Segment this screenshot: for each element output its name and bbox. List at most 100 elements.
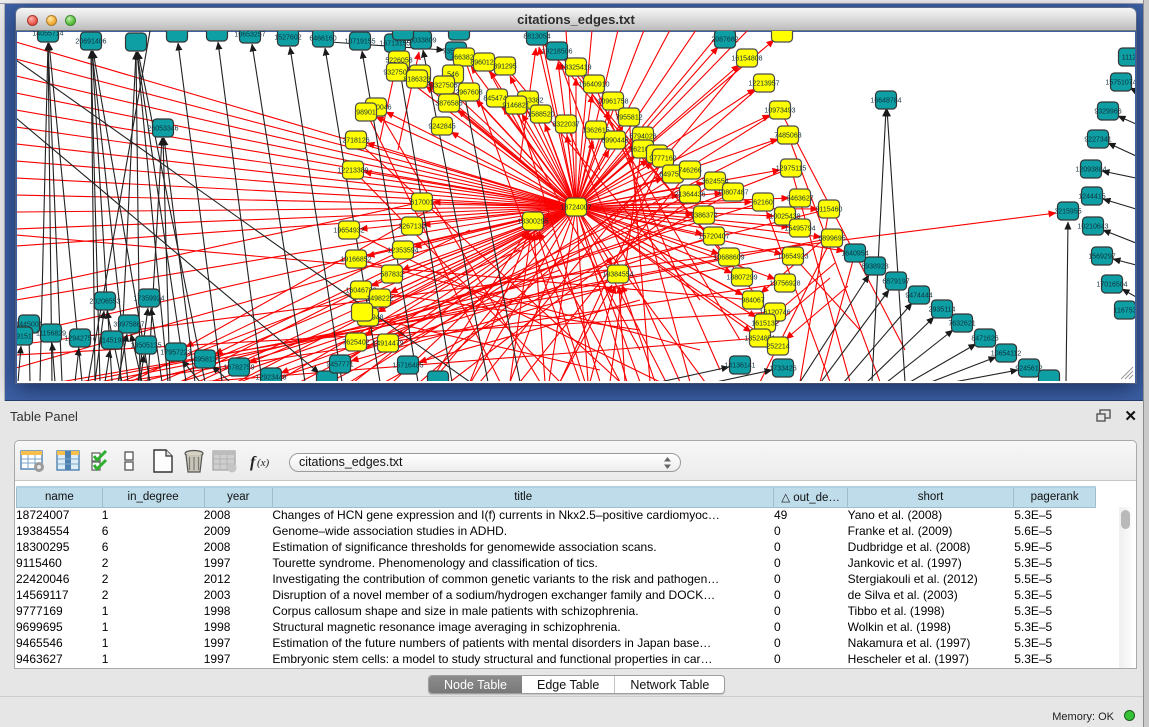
svg-text:6466160: 6466160: [309, 36, 336, 43]
svg-text:17016504: 17016504: [1096, 282, 1127, 289]
svg-text:15495794: 15495794: [784, 226, 815, 233]
svg-text:9457771: 9457771: [326, 362, 353, 369]
svg-text:21364436: 21364436: [674, 192, 705, 199]
svg-text:8186323: 8186323: [403, 77, 430, 84]
svg-text:10807487: 10807487: [717, 190, 748, 197]
svg-text:8471626: 8471626: [971, 336, 998, 343]
svg-text:1615132: 1615132: [751, 321, 778, 328]
svg-text:11156829: 11156829: [36, 331, 66, 338]
svg-text:3215955: 3215955: [1054, 209, 1081, 216]
svg-text:10719155: 10719155: [344, 39, 375, 46]
svg-text:8813054: 8813054: [523, 34, 550, 41]
svg-text:19654932: 19654932: [333, 228, 364, 235]
svg-text:9227341: 9227341: [1084, 137, 1111, 144]
svg-text:10654112: 10654112: [991, 351, 1022, 358]
svg-text:9115460: 9115460: [816, 207, 843, 214]
svg-text:8938923: 8938923: [861, 264, 888, 271]
svg-text:12093884: 12093884: [1075, 167, 1106, 174]
svg-text:14136141: 14136141: [724, 363, 755, 370]
svg-text:10653257: 10653257: [234, 32, 265, 39]
svg-text:10973493: 10973493: [764, 108, 795, 115]
svg-text:1244415: 1244415: [1078, 194, 1105, 201]
svg-text:17359924: 17359924: [133, 296, 164, 303]
svg-text:8990448: 8990448: [601, 138, 628, 145]
svg-text:19218506: 19218506: [541, 49, 572, 56]
svg-text:26053346: 26053346: [147, 126, 178, 133]
svg-text:9474444: 9474444: [905, 293, 932, 300]
svg-text:39975867: 39975867: [113, 322, 144, 329]
svg-text:13505135: 13505135: [130, 343, 161, 350]
svg-text:16782759: 16782759: [223, 365, 254, 372]
svg-text:f: f: [250, 454, 257, 471]
svg-text:62160: 62160: [753, 200, 773, 207]
svg-text:2087682: 2087682: [711, 37, 738, 44]
svg-text:1498222: 1498222: [366, 296, 393, 303]
svg-text:10210643: 10210643: [1077, 224, 1108, 231]
svg-text:16640910: 16640910: [578, 82, 609, 89]
svg-text:14958137: 14958137: [189, 357, 220, 364]
svg-text:16648784: 16648784: [870, 98, 901, 105]
svg-text:19166852: 19166852: [340, 257, 371, 264]
svg-text:3267130: 3267130: [398, 224, 425, 231]
svg-text:9327505: 9327505: [430, 83, 457, 90]
svg-text:12975115: 12975115: [776, 166, 807, 173]
svg-text:2967608: 2967608: [455, 90, 482, 97]
svg-text:1588520: 1588520: [527, 112, 554, 119]
svg-text:7386372: 7386372: [690, 213, 717, 220]
svg-text:9242845: 9242845: [428, 124, 455, 131]
svg-text:19756928: 19756928: [769, 281, 800, 288]
svg-text:20206553: 20206553: [89, 299, 120, 306]
svg-text:12942757: 12942757: [64, 336, 95, 343]
svg-text:14914479: 14914479: [372, 341, 403, 348]
svg-text:1145194: 1145194: [99, 338, 126, 345]
svg-text:984067: 984067: [741, 298, 764, 305]
svg-text:891295: 891295: [493, 64, 516, 71]
svg-text:9146821: 9146821: [502, 103, 529, 110]
svg-text:13325419: 13325419: [560, 65, 591, 72]
svg-text:18300295: 18300295: [517, 219, 548, 226]
svg-text:12353594: 12353594: [387, 248, 418, 255]
svg-text:15720407: 15720407: [698, 234, 729, 241]
svg-text:1733426: 1733426: [769, 366, 796, 373]
svg-text:18807299: 18807299: [726, 275, 757, 282]
svg-text:10654923: 10654923: [777, 254, 808, 261]
svg-text:10961758: 10961758: [597, 99, 628, 106]
svg-text:10688609: 10688609: [713, 255, 744, 262]
svg-text:7632621: 7632621: [948, 321, 975, 328]
svg-text:2718126: 2718126: [342, 138, 369, 145]
svg-text:3876585: 3876585: [435, 101, 462, 108]
svg-text:1640954: 1640954: [841, 251, 868, 258]
svg-text:2935114: 2935114: [929, 307, 956, 314]
svg-text:12213957: 12213957: [748, 81, 779, 88]
svg-text:15716485: 15716485: [392, 363, 423, 370]
svg-text:12213389: 12213389: [337, 168, 368, 175]
svg-text:6899695: 6899695: [818, 236, 845, 243]
svg-text:587832: 587832: [380, 272, 403, 279]
svg-text:9463627: 9463627: [786, 196, 813, 203]
svg-text:746266: 746266: [678, 168, 701, 175]
svg-text:1569297: 1569297: [1088, 254, 1115, 261]
svg-text:6879197: 6879197: [882, 279, 909, 286]
svg-text:7485063: 7485063: [774, 133, 801, 140]
svg-text:20691406: 20691406: [75, 39, 106, 46]
svg-text:7955812: 7955812: [615, 115, 642, 122]
svg-text:12923448: 12923448: [255, 375, 286, 382]
svg-text:617001: 617001: [410, 200, 433, 207]
svg-text:9329966: 9329966: [1094, 109, 1121, 116]
svg-text:(x): (x): [257, 457, 270, 469]
svg-text:252214: 252214: [766, 344, 789, 351]
svg-text:9777169: 9777169: [649, 156, 676, 163]
svg-text:18724007: 18724007: [560, 205, 591, 212]
svg-text:39151: 39151: [17, 334, 32, 341]
svg-text:15751074: 15751074: [1105, 80, 1135, 87]
svg-text:7625402: 7625402: [342, 340, 369, 347]
svg-text:16154808: 16154808: [731, 56, 762, 63]
svg-text:1527602: 1527602: [274, 35, 301, 42]
svg-text:8322037: 8322037: [552, 122, 579, 129]
svg-text:19384554: 19384554: [602, 272, 633, 279]
svg-text:1112: 1112: [1122, 55, 1135, 62]
svg-text:14055714: 14055714: [32, 31, 63, 38]
svg-text:9245612: 9245612: [1015, 366, 1042, 373]
svg-text:98901: 98901: [356, 110, 376, 117]
svg-text:116753: 116753: [1114, 308, 1135, 315]
